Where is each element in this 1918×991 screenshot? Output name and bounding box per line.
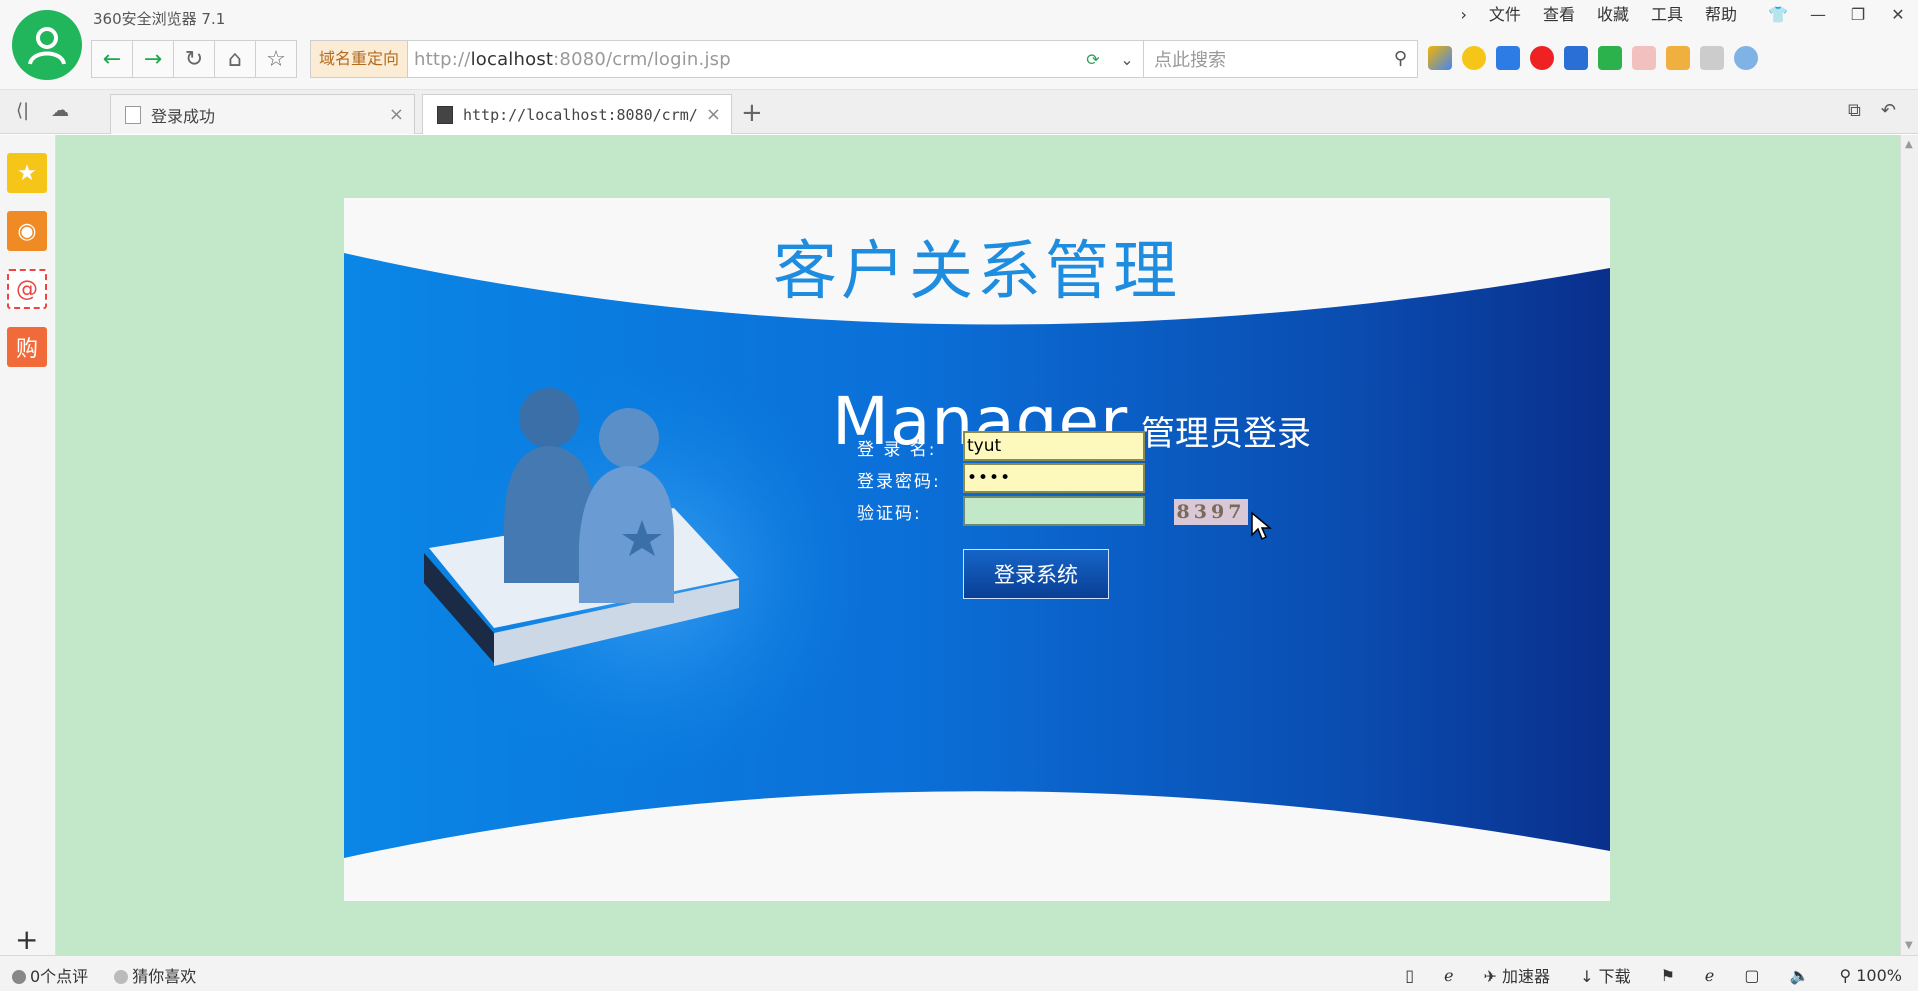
restore-icon[interactable]: ❐ bbox=[1838, 0, 1878, 28]
menu-tools[interactable]: 工具 bbox=[1640, 4, 1694, 26]
tab-strip: ⟨| ☁ 登录成功 × http://localhost:8080/crm/lo… bbox=[0, 90, 1918, 134]
flag-icon[interactable]: ⚑ bbox=[1661, 966, 1675, 985]
volume-icon[interactable]: 🔈 bbox=[1790, 966, 1810, 985]
password-input[interactable]: •••• bbox=[963, 463, 1145, 493]
download-button[interactable]: ↓ 下载 bbox=[1580, 963, 1631, 987]
address-dropdown-icon[interactable]: ⌄ bbox=[1110, 50, 1144, 69]
undo-close-icon[interactable]: ↶ bbox=[1881, 100, 1896, 121]
accelerator-button[interactable]: ✈ 加速器 bbox=[1484, 963, 1551, 987]
recommend-icon bbox=[114, 970, 129, 984]
grid-icon[interactable] bbox=[1496, 46, 1520, 70]
ie-mode-icon[interactable]: ℯ bbox=[1444, 966, 1453, 985]
screenshot-icon[interactable] bbox=[1666, 46, 1690, 70]
reviews-link[interactable]: 0个点评 bbox=[12, 963, 88, 987]
guess-you-like-link[interactable]: 猜你喜欢 bbox=[114, 963, 196, 987]
tab-close-icon[interactable]: × bbox=[706, 104, 721, 125]
translate-icon[interactable] bbox=[1632, 46, 1656, 70]
captcha-label: 验证码: bbox=[857, 504, 922, 524]
zoom-icon[interactable] bbox=[1734, 46, 1758, 70]
extension-toolbar bbox=[1428, 46, 1758, 70]
window-icon[interactable]: ▢ bbox=[1744, 966, 1759, 985]
login-panel: 客户关系管理 Manager 管理员登录 登 录 名: tyut 登录密码: •… bbox=[344, 198, 1610, 901]
restore-tabs-icon[interactable]: ⧉ bbox=[1848, 100, 1861, 121]
address-bar[interactable]: 域名重定向 http://localhost:8080/crm/login.js… bbox=[310, 40, 1145, 78]
user-avatar-icon[interactable] bbox=[12, 10, 82, 80]
menu-help[interactable]: 帮助 bbox=[1694, 4, 1748, 26]
password-label: 登录密码: bbox=[857, 472, 941, 492]
tab-label: 登录成功 bbox=[151, 106, 216, 126]
minimize-icon[interactable]: — bbox=[1798, 0, 1838, 28]
emoji-icon[interactable] bbox=[1462, 46, 1486, 70]
tab-login-success[interactable]: 登录成功 × bbox=[110, 94, 415, 134]
cloud-icon[interactable]: ☁ bbox=[51, 100, 69, 121]
menu-file[interactable]: 文件 bbox=[1478, 4, 1532, 26]
favorites-star-icon[interactable]: ★ bbox=[7, 153, 47, 193]
tab-close-icon[interactable]: × bbox=[389, 104, 404, 125]
login-submit-button[interactable]: 登录系统 bbox=[963, 549, 1109, 599]
close-window-icon[interactable]: ✕ bbox=[1878, 0, 1918, 28]
tab-label: http://localhost:8080/crm/lo bbox=[463, 105, 698, 124]
menu-expand-icon[interactable]: › bbox=[1450, 4, 1478, 26]
home-button[interactable]: ⌂ bbox=[214, 40, 256, 78]
image-icon[interactable] bbox=[1700, 46, 1724, 70]
captcha-input[interactable] bbox=[963, 496, 1145, 526]
username-label: 登 录 名: bbox=[857, 440, 937, 460]
mouse-cursor-icon bbox=[1251, 511, 1272, 541]
search-box[interactable]: 点此搜索 ⚲ bbox=[1143, 40, 1418, 78]
ie-icon[interactable]: ℯ bbox=[1705, 966, 1714, 985]
forward-button[interactable]: → bbox=[132, 40, 174, 78]
weibo-ext-icon[interactable] bbox=[1530, 46, 1554, 70]
photo-ext-icon[interactable] bbox=[1564, 46, 1588, 70]
redirect-badge[interactable]: 域名重定向 bbox=[311, 41, 409, 77]
browser-chrome: 360安全浏览器 7.1 › 文件 查看 收藏 工具 帮助 👕 — ❐ ✕ ← … bbox=[0, 0, 1918, 90]
sidebar-toggle-icon[interactable]: ⟨| bbox=[16, 100, 29, 121]
nav-buttons: ← → ↻ ⌂ ☆ bbox=[91, 40, 297, 78]
mail-icon[interactable]: @ bbox=[7, 269, 47, 309]
page-scrollbar[interactable]: ▲ ▼ bbox=[1900, 135, 1918, 955]
new-tab-button[interactable]: + bbox=[741, 98, 763, 128]
reviews-icon bbox=[12, 970, 26, 984]
tab-login-page[interactable]: http://localhost:8080/crm/lo × bbox=[422, 94, 732, 134]
menu-view[interactable]: 查看 bbox=[1532, 4, 1586, 26]
back-button[interactable]: ← bbox=[91, 40, 133, 78]
mobile-icon[interactable]: ▯ bbox=[1405, 966, 1414, 985]
side-panel: ★ ◉ @ 购 + bbox=[0, 135, 56, 956]
scroll-up-icon[interactable]: ▲ bbox=[1905, 139, 1913, 150]
address-url[interactable]: http://localhost:8080/crm/login.jsp bbox=[408, 49, 731, 70]
add-sidebar-item-icon[interactable]: + bbox=[15, 923, 38, 956]
search-icon[interactable]: ⚲ bbox=[1394, 48, 1407, 69]
page-icon bbox=[125, 105, 141, 124]
shopping-bag-icon[interactable]: 购 bbox=[7, 327, 47, 367]
zoom-control[interactable]: ⚲ 100% bbox=[1839, 966, 1902, 985]
browser-title: 360安全浏览器 7.1 bbox=[93, 10, 226, 28]
status-bar: 0个点评 猜你喜欢 ▯ ℯ ✈ 加速器 ↓ 下载 ⚑ ℯ ▢ 🔈 ⚲ 100% bbox=[0, 955, 1918, 991]
menu-favorites[interactable]: 收藏 bbox=[1586, 4, 1640, 26]
weibo-icon[interactable]: ◉ bbox=[7, 211, 47, 251]
favorite-star-button[interactable]: ☆ bbox=[255, 40, 297, 78]
shield-icon[interactable] bbox=[1598, 46, 1622, 70]
menu-bar: › 文件 查看 收藏 工具 帮助 bbox=[1450, 4, 1748, 26]
search-placeholder: 点此搜索 bbox=[1154, 50, 1226, 71]
reload-button[interactable]: ↻ bbox=[173, 40, 215, 78]
scroll-down-icon[interactable]: ▼ bbox=[1905, 940, 1913, 951]
manager-subtitle: 管理员登录 bbox=[1141, 414, 1311, 454]
username-input[interactable]: tyut bbox=[963, 431, 1145, 461]
captcha-image[interactable]: 8397 bbox=[1174, 499, 1248, 525]
page-viewport: 客户关系管理 Manager 管理员登录 登 录 名: tyut 登录密码: •… bbox=[56, 135, 1900, 955]
skin-icon[interactable]: 👕 bbox=[1758, 0, 1798, 28]
page-title: 客户关系管理 bbox=[773, 235, 1181, 309]
apps-icon[interactable] bbox=[1428, 46, 1452, 70]
compat-mode-icon[interactable]: ⟳ bbox=[1076, 50, 1110, 69]
window-controls: 👕 — ❐ ✕ bbox=[1758, 0, 1918, 28]
page-icon bbox=[437, 105, 453, 124]
